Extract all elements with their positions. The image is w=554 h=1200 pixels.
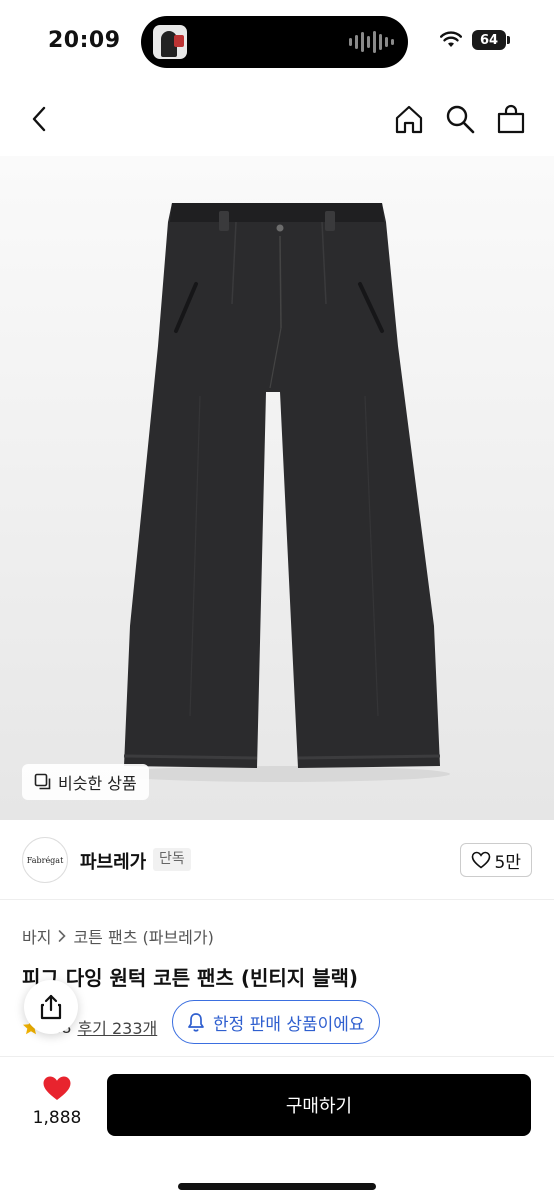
status-indicators: 64 bbox=[440, 30, 510, 50]
wishlist-button[interactable]: 1,888 bbox=[22, 1075, 92, 1128]
wifi-icon bbox=[440, 31, 462, 47]
exclusive-badge: 단독 bbox=[153, 848, 191, 871]
audio-waveform-icon bbox=[349, 30, 394, 54]
review-link[interactable]: 후기 233개 bbox=[77, 1015, 157, 1039]
home-button[interactable] bbox=[392, 102, 426, 136]
top-nav bbox=[0, 84, 554, 156]
search-icon bbox=[446, 105, 475, 134]
cart-button[interactable] bbox=[494, 102, 528, 136]
chevron-right-icon bbox=[59, 930, 67, 942]
bell-icon bbox=[188, 1013, 204, 1032]
product-image[interactable]: 비슷한 상품 bbox=[0, 156, 554, 820]
breadcrumb-category[interactable]: 바지 bbox=[22, 924, 51, 948]
back-button[interactable] bbox=[22, 102, 56, 136]
brand-logo[interactable]: Fabrégat bbox=[22, 837, 68, 883]
pants-photo bbox=[110, 203, 450, 782]
brand-like-button[interactable]: 5만 bbox=[459, 843, 532, 877]
similar-products-button[interactable]: 비슷한 상품 bbox=[22, 764, 149, 800]
search-button[interactable] bbox=[443, 102, 477, 136]
battery-icon: 64 bbox=[472, 30, 510, 50]
similar-products-label: 비슷한 상품 bbox=[58, 774, 137, 793]
brand-name[interactable]: 파브레가 bbox=[80, 848, 146, 874]
product-title: 피그 다잉 원턱 코튼 팬츠 (빈티지 블랙) bbox=[22, 966, 359, 990]
bottom-bar: 1,888 구매하기 bbox=[0, 1056, 554, 1200]
now-playing-thumbnail bbox=[153, 25, 187, 59]
heart-filled-icon bbox=[43, 1076, 71, 1100]
heart-outline-icon bbox=[471, 851, 490, 869]
brand-row: Fabrégat 파브레가 단독 5만 bbox=[0, 820, 554, 900]
breadcrumb-subcategory[interactable]: 코튼 팬츠 (파브레가) bbox=[73, 924, 213, 948]
breadcrumb: 바지 코튼 팬츠 (파브레가) bbox=[22, 924, 214, 948]
dynamic-island[interactable] bbox=[141, 16, 408, 68]
wishlist-count: 1,888 bbox=[32, 1108, 82, 1128]
limited-sale-label: 한정 판매 상품이에요 bbox=[213, 1014, 365, 1035]
status-time: 20:09 bbox=[48, 28, 121, 53]
share-button[interactable] bbox=[24, 980, 78, 1034]
status-bar: 20:09 64 bbox=[0, 0, 554, 84]
brand-like-count: 5만 bbox=[494, 852, 521, 873]
home-icon bbox=[395, 105, 423, 134]
share-icon bbox=[40, 994, 62, 1020]
shopping-bag-icon bbox=[497, 104, 525, 134]
home-indicator bbox=[178, 1183, 376, 1190]
limited-sale-notice[interactable]: 한정 판매 상품이에요 bbox=[172, 1000, 380, 1044]
buy-button[interactable]: 구매하기 bbox=[107, 1074, 531, 1136]
back-icon bbox=[32, 106, 46, 132]
duplicate-icon bbox=[34, 773, 51, 790]
